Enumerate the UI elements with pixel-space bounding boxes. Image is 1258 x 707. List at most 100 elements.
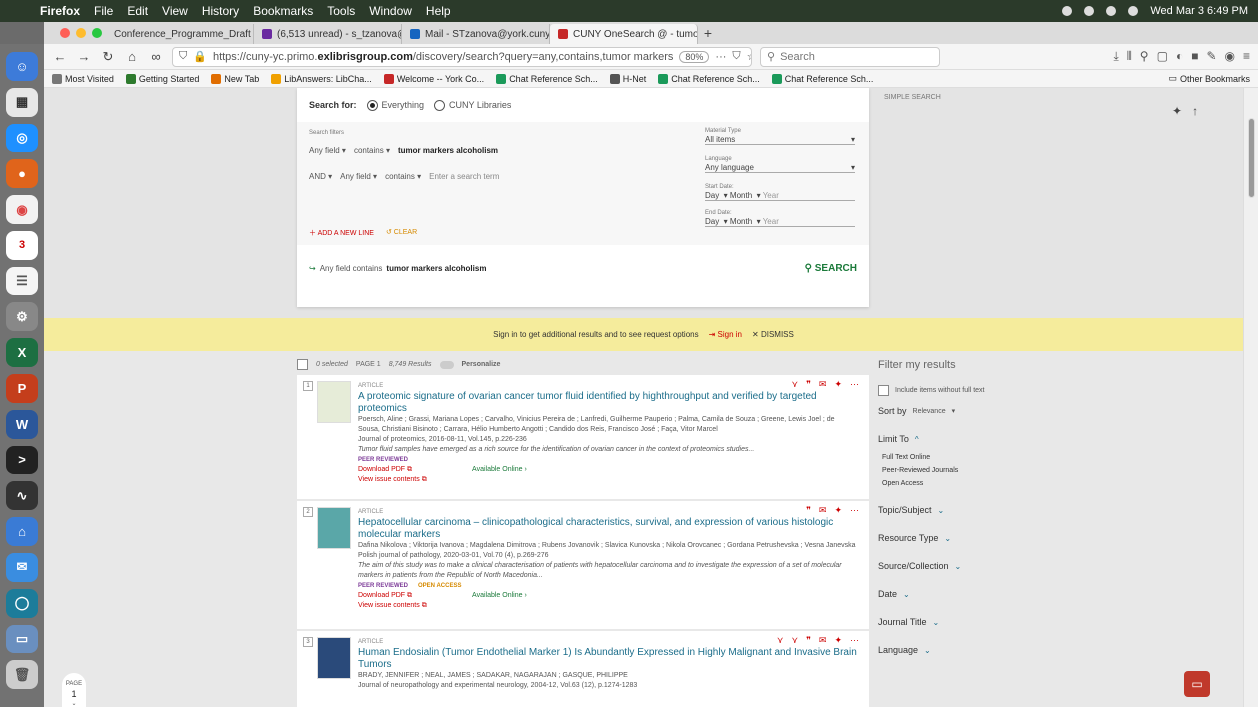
pocket-icon[interactable]: ⛉ [732,50,740,63]
include-without-fulltext[interactable]: Include items without full text [878,385,1078,396]
battery-icon[interactable] [1106,6,1117,16]
lock-icon[interactable]: 🔒 [193,50,207,63]
menu-view[interactable]: View [162,4,188,18]
select-all-checkbox[interactable] [297,359,308,370]
sign-in-button[interactable]: ⇥ Sign in [709,330,742,339]
scrollbar-thumb[interactable] [1248,118,1255,198]
menu-icon[interactable]: ≡ [1243,49,1250,64]
finder-icon[interactable]: ☺ [6,52,38,81]
available-online-link[interactable]: Available Online › [472,591,527,601]
facet-date[interactable]: Date ⌄ [878,589,1078,599]
bookmark-chat-2[interactable]: Chat Reference Sch... [658,73,760,84]
cover-thumbnail[interactable] [317,637,351,679]
result-title[interactable]: A proteomic signature of ovarian cancer … [358,391,858,415]
menu-history[interactable]: History [202,4,239,18]
extension-icon[interactable]: ∞ [148,49,164,64]
cover-thumbnail[interactable] [317,381,351,423]
wifi-icon[interactable] [1062,6,1073,16]
scroll-up-icon[interactable]: ↑ [1192,104,1198,118]
result-item[interactable]: 1 ARTICLE A proteomic signature of ovari… [297,375,869,499]
menu-tools[interactable]: Tools [327,4,355,18]
pin-icon[interactable]: ✦ [834,635,842,646]
safari-icon[interactable]: ◎ [6,123,38,153]
operator-select[interactable]: contains ▾ [354,146,390,155]
view-issue-link[interactable]: View issue contents ⧉ [358,475,858,485]
system-preferences-icon[interactable]: ⚙ [6,302,38,332]
cite-icon[interactable]: ❞ [806,635,811,646]
bookmark-libanswers[interactable]: LibAnswers: LibCha... [271,73,372,84]
facet-language[interactable]: Language ⌄ [878,645,1078,655]
pin-icon[interactable]: ✦ [1172,104,1182,118]
screenshot-icon[interactable]: ▢ [1157,49,1168,64]
query-input[interactable]: tumor markers alcoholism [398,146,498,155]
add-new-line-button[interactable]: ＋ ADD A NEW LINE [309,228,374,238]
launchpad-icon[interactable]: ▦ [6,87,38,117]
star-icon[interactable]: ☆ [747,50,751,63]
more-icon[interactable]: ··· [850,505,859,516]
trash-icon[interactable]: 🗑 [6,660,38,690]
cited-by-icon[interactable]: ⋎ [791,635,798,646]
email-icon[interactable]: ✉ [819,635,827,646]
reload-icon[interactable]: ↻ [100,49,116,65]
close-window-icon[interactable] [60,28,70,38]
limit-full-text[interactable]: Full Text Online [882,454,1078,461]
limit-open-access[interactable]: Open Access [882,480,1078,487]
bookmark-new-tab[interactable]: New Tab [211,73,259,84]
email-icon[interactable]: ✉ [819,505,827,516]
bookmark-hnet[interactable]: H-Net [609,73,646,84]
reminders-icon[interactable]: ☰ [6,266,38,296]
search-button[interactable]: ⚲ SEARCH [805,263,857,274]
new-tab-button[interactable]: + [698,24,718,44]
addon-icon[interactable]: ✎ [1206,49,1216,64]
material-type-select[interactable]: All items ▾ [705,135,855,145]
chevron-down-icon[interactable]: ⌄ [62,699,86,707]
chrome-icon[interactable]: ◉ [6,195,38,224]
menu-window[interactable]: Window [369,4,412,18]
boolean-select[interactable]: AND ▾ [309,172,332,181]
excel-icon[interactable]: X [6,338,38,368]
radio-cuny-libraries[interactable]: CUNY Libraries [434,99,511,111]
dismiss-button[interactable]: ✕ DISMISS [752,330,794,339]
available-online-link[interactable]: Available Online › [472,465,527,475]
bookmark-chat-3[interactable]: Chat Reference Sch... [771,73,873,84]
url-bar[interactable]: ⛉ 🔒 https://cuny-yc.primo.exlibrisgroup.… [172,46,752,67]
field-select[interactable]: Any field ▾ [340,172,377,181]
search-input[interactable]: ⚲ Search [760,46,940,67]
bookmark-chat-1[interactable]: Chat Reference Sch... [496,73,598,84]
downloads-icon[interactable]: ⤓ [1113,49,1118,64]
citation-trail-icon[interactable]: ⋎ [777,635,784,646]
chat-icon[interactable]: ▭ [1184,671,1210,697]
cite-icon[interactable]: ❞ [806,505,811,516]
query-input-2[interactable]: Enter a search term [429,172,499,181]
volume-icon[interactable] [1084,6,1095,16]
bookmark-york[interactable]: Welcome -- York Co... [383,73,484,84]
page-scrollbar[interactable] [1243,88,1258,707]
facet-resource-type[interactable]: Resource Type ⌄ [878,533,1078,543]
forward-icon[interactable]: → [76,49,92,64]
start-date-fields[interactable]: Day ▾ Month ▾ Year [705,191,855,201]
personalize-toggle[interactable] [439,360,454,369]
back-icon[interactable]: ← [52,49,68,64]
download-pdf-link[interactable]: Download PDF ⧉ [358,591,412,601]
cite-icon[interactable]: ❞ [806,379,811,390]
tab-yahoo-mail[interactable]: (6,513 unread) - s_tzanova@y✕ [254,24,402,44]
more-icon[interactable]: ··· [850,635,859,646]
end-date-fields[interactable]: Day ▾ Month ▾ Year [705,217,855,227]
firefox-icon[interactable]: ● [6,159,38,189]
email-icon[interactable]: ✉ [819,379,827,390]
terminal-icon[interactable]: > [6,445,38,475]
clock[interactable]: Wed Mar 3 6:49 PM [1150,5,1248,17]
activity-monitor-icon[interactable]: ∿ [6,481,38,511]
zoom-level[interactable]: 80% [679,50,710,63]
menu-help[interactable]: Help [426,4,451,18]
other-bookmarks[interactable]: ▭ Other Bookmarks [1168,73,1250,84]
pdf-icon[interactable]: ■ [1191,49,1198,64]
library-icon[interactable]: ⫴ [1127,49,1132,64]
tab-outlook-mail[interactable]: Mail - STzanova@york.cuny.edu✕ [402,24,550,44]
menu-edit[interactable]: Edit [127,4,148,18]
view-issue-link[interactable]: View issue contents ⧉ [358,601,858,611]
zoom-window-icon[interactable] [92,28,102,38]
calendar-icon[interactable]: 3 [6,230,38,260]
bookmark-most-visited[interactable]: Most Visited [52,73,114,84]
cover-thumbnail[interactable] [317,507,351,549]
